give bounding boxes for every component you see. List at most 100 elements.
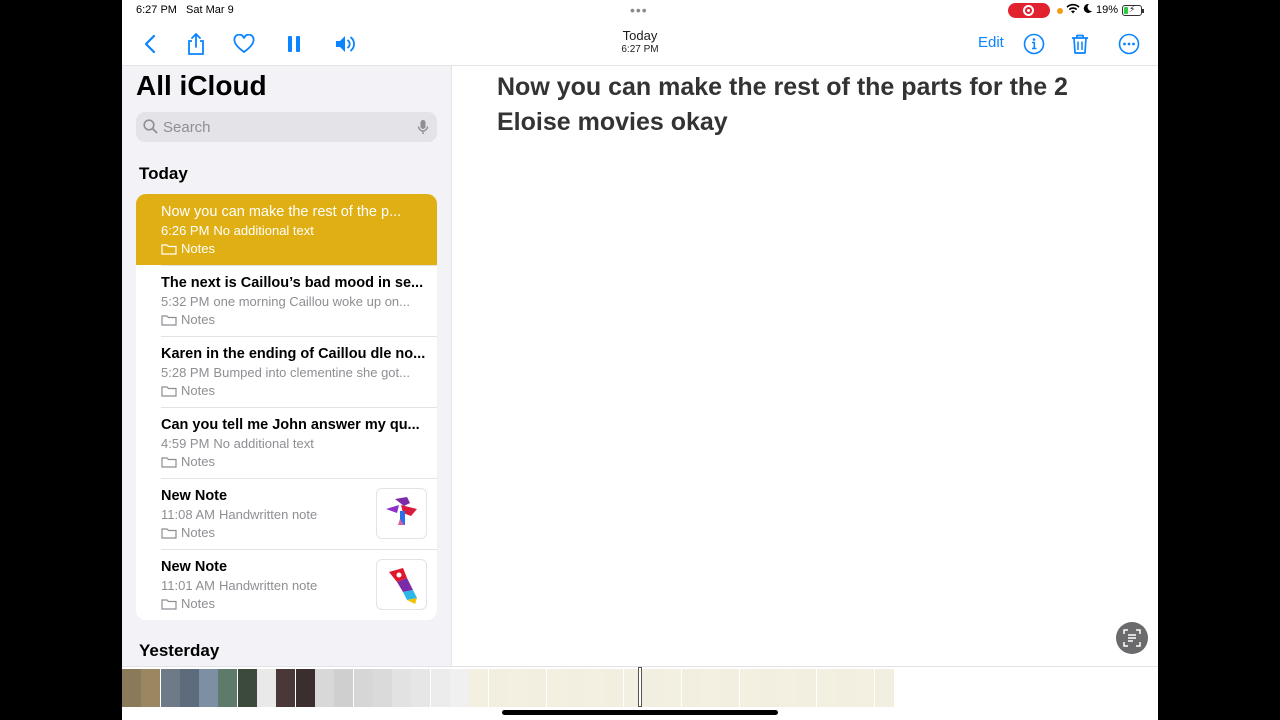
note-title: Now you can make the rest of the p...	[161, 204, 402, 220]
frame-thumbnail	[411, 669, 431, 707]
frame-thumbnail	[122, 669, 141, 707]
wifi-icon	[1066, 3, 1080, 17]
frame-thumbnails	[122, 669, 902, 709]
note-title: Can you tell me John answer my qu...	[161, 417, 420, 433]
folder-icon	[161, 314, 177, 329]
status-time: 6:27 PM	[136, 4, 177, 16]
scan-text-icon[interactable]	[1116, 622, 1148, 654]
note-title: Karen in the ending of Caillou dle no...	[161, 346, 426, 362]
frame-thumbnail	[179, 669, 199, 707]
section-header-today: Today	[139, 164, 188, 183]
frame-thumbnail	[199, 669, 219, 707]
frame-thumbnail	[372, 669, 392, 707]
frame-thumbnail	[643, 669, 663, 707]
note-meta: 4:59 PM No additional text	[161, 436, 423, 451]
note-time: 5:28 PM	[161, 365, 210, 380]
note-list-item[interactable]: Now you can make the rest of the p... 6:…	[136, 194, 437, 265]
frame-thumbnail	[237, 669, 257, 707]
mic-indicator-icon	[1057, 8, 1063, 14]
handwritten-note-thumbnail	[376, 488, 427, 539]
frame-thumbnail	[334, 669, 354, 707]
folder-icon	[161, 385, 177, 400]
folder-icon	[161, 456, 177, 471]
video-scrubber[interactable]	[122, 666, 1158, 720]
frame-thumbnail	[392, 669, 412, 707]
frame-thumbnail	[546, 669, 566, 707]
trash-icon[interactable]	[1066, 30, 1094, 58]
frame-thumbnail	[257, 669, 277, 707]
notes-sidebar: All iCloud Search Today Now you can make…	[122, 66, 452, 666]
frame-thumbnail	[700, 669, 720, 707]
note-list-item[interactable]: New Note 11:08 AM Handwritten note Notes	[136, 478, 437, 549]
frame-thumbnail	[604, 669, 624, 707]
info-icon[interactable]	[1020, 30, 1048, 58]
note-toolbar: Today 6:27 PM Edit	[122, 22, 1158, 66]
scrubber-playhead[interactable]	[638, 667, 642, 707]
note-folder-name: Notes	[181, 596, 215, 611]
search-input[interactable]: Search	[136, 112, 437, 142]
note-date-header: Today 6:27 PM	[590, 28, 690, 55]
note-time: 4:59 PM	[161, 436, 210, 451]
status-date: Sat Mar 9	[186, 4, 234, 16]
home-indicator[interactable]	[502, 710, 778, 715]
section-header-yesterday: Yesterday	[139, 641, 220, 660]
microphone-icon[interactable]	[417, 119, 429, 140]
note-folder: Notes	[161, 241, 215, 258]
screen-recording-icon[interactable]	[1008, 3, 1050, 18]
frame-thumbnail	[681, 669, 701, 707]
note-list-item[interactable]: Karen in the ending of Caillou dle no...…	[136, 336, 437, 407]
frame-thumbnail	[527, 669, 547, 707]
handwritten-note-thumbnail	[376, 559, 427, 610]
note-meta: 5:32 PM one morning Caillou woke up on...	[161, 294, 423, 309]
frame-thumbnail	[160, 669, 180, 707]
note-folder-name: Notes	[181, 312, 215, 327]
frame-thumbnail	[353, 669, 373, 707]
folder-icon	[161, 243, 177, 258]
search-placeholder: Search	[163, 119, 211, 136]
share-icon[interactable]	[182, 30, 210, 58]
note-preview: No additional text	[213, 436, 314, 451]
toolbar-title: Today	[622, 28, 658, 43]
note-preview: one morning Caillou woke up on...	[213, 294, 410, 309]
note-time: 11:01 AM	[161, 578, 215, 593]
more-icon[interactable]	[1115, 30, 1143, 58]
note-folder-name: Notes	[181, 241, 215, 256]
note-folder: Notes	[161, 525, 215, 542]
heart-icon[interactable]	[230, 30, 258, 58]
multitasking-dots-icon[interactable]: •••	[630, 2, 648, 18]
note-body[interactable]: Now you can make the rest of the parts f…	[497, 70, 1117, 140]
chevron-left-icon[interactable]	[136, 30, 164, 58]
note-list-item[interactable]: New Note 11:01 AM Handwritten note Notes	[136, 549, 437, 620]
frame-thumbnail	[874, 669, 894, 707]
toolbar-subtitle: 6:27 PM	[621, 44, 659, 55]
frame-thumbnail	[469, 669, 489, 707]
note-folder-name: Notes	[181, 454, 215, 469]
note-list-item[interactable]: Can you tell me John answer my qu... 4:5…	[136, 407, 437, 478]
folder-icon	[161, 527, 177, 542]
frame-thumbnail	[855, 669, 875, 707]
frame-thumbnail	[507, 669, 527, 707]
note-time: 11:08 AM	[161, 507, 215, 522]
frame-thumbnail	[295, 669, 315, 707]
edit-button[interactable]: Edit	[978, 34, 1004, 51]
note-preview: Handwritten note	[218, 578, 318, 593]
pause-icon[interactable]	[280, 30, 308, 58]
note-folder: Notes	[161, 596, 215, 613]
frame-thumbnail	[758, 669, 778, 707]
frame-thumbnail	[835, 669, 855, 707]
frame-thumbnail	[662, 669, 682, 707]
note-preview: Handwritten note	[218, 507, 318, 522]
frame-thumbnail	[141, 669, 161, 707]
speaker-icon[interactable]	[332, 30, 360, 58]
note-folder: Notes	[161, 454, 215, 471]
note-list-item[interactable]: The next is Caillou’s bad mood in se... …	[136, 265, 437, 336]
note-meta: 6:26 PM No additional text	[161, 223, 423, 238]
note-time: 5:32 PM	[161, 294, 210, 309]
battery-icon: ⚡	[1122, 4, 1144, 16]
frame-thumbnail	[488, 669, 508, 707]
note-folder-name: Notes	[181, 383, 215, 398]
note-time: 6:26 PM	[161, 223, 210, 238]
battery-percentage: 19%	[1096, 4, 1119, 16]
focus-moon-icon	[1082, 3, 1093, 17]
frame-thumbnail	[739, 669, 759, 707]
